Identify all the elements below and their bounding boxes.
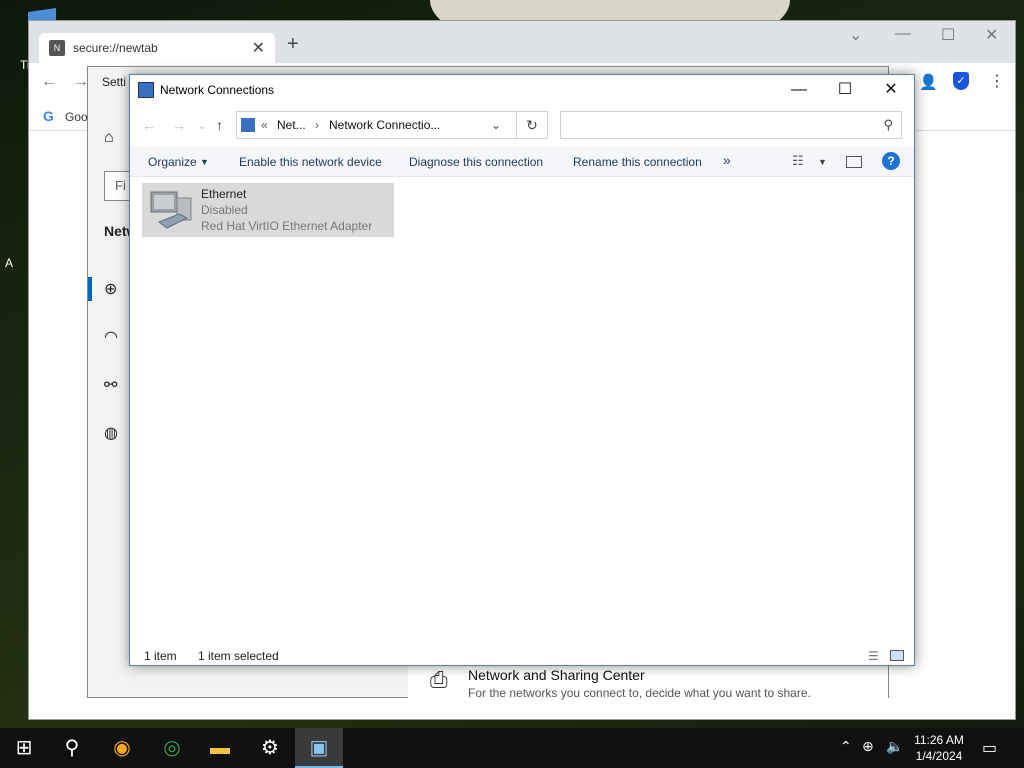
organize-button[interactable]: Organize xyxy=(148,155,197,169)
menu-kebab-icon[interactable]: ⋮ xyxy=(989,71,1005,91)
control-panel-icon xyxy=(241,118,255,132)
new-tab-button[interactable]: + xyxy=(287,33,299,56)
browser-tab[interactable]: N secure://newtab ✕ xyxy=(39,33,275,63)
list-item[interactable]: Ethernet Disabled Red Hat VirtIO Etherne… xyxy=(142,183,394,237)
home-icon[interactable]: ⌂ xyxy=(104,129,114,147)
connection-status: Disabled xyxy=(201,203,248,217)
close-button[interactable]: ✕ xyxy=(868,75,914,105)
address-dropdown-icon[interactable]: ⌄ xyxy=(491,118,501,132)
profile-icon[interactable]: 👤 xyxy=(919,73,938,91)
address-bar[interactable]: « Net... › Network Connectio... ⌄ xyxy=(236,111,542,139)
more-commands-button[interactable]: » xyxy=(723,152,731,168)
refresh-icon[interactable]: ↻ xyxy=(516,111,548,139)
search-icon[interactable]: ⚲ xyxy=(48,728,96,768)
change-view-icon[interactable]: ☷ xyxy=(792,153,804,169)
chrome-icon[interactable]: ◎ xyxy=(148,728,196,768)
sharing-center-icon: ⎙ xyxy=(430,667,448,692)
bookmark-label[interactable]: Goo xyxy=(65,110,88,124)
notification-icon[interactable]: ▭ xyxy=(982,738,997,758)
maximize-icon[interactable]: ☐ xyxy=(941,25,955,45)
address-separator[interactable]: › xyxy=(315,118,319,132)
enable-device-button[interactable]: Enable this network device xyxy=(239,155,382,169)
maximize-button[interactable]: ☐ xyxy=(822,75,868,105)
preview-pane-icon[interactable] xyxy=(846,156,862,168)
ethernet-icon[interactable]: ⚯ xyxy=(104,375,117,395)
large-icons-view-icon[interactable] xyxy=(890,650,904,661)
network-folder-icon xyxy=(138,82,154,98)
navigation-bar: ← → ⌄ ↑ « Net... › Network Connectio... … xyxy=(130,109,914,141)
settings-title: Setti xyxy=(102,75,127,89)
network-globe-icon[interactable]: ⊕ xyxy=(862,738,874,755)
search-icon: ⚲ xyxy=(883,117,893,132)
volume-muted-icon[interactable]: 🔈 xyxy=(886,738,903,755)
diagnose-button[interactable]: Diagnose this connection xyxy=(409,155,543,169)
help-icon[interactable]: ? xyxy=(882,152,900,170)
connection-name: Ethernet xyxy=(201,187,247,201)
file-explorer-icon[interactable]: ▬ xyxy=(196,728,244,768)
back-icon[interactable]: ← xyxy=(41,73,57,91)
view-dropdown-icon[interactable]: ▼ xyxy=(818,157,827,167)
clock-time: 11:26 AM xyxy=(914,733,964,747)
file-list: Ethernet Disabled Red Hat VirtIO Etherne… xyxy=(130,177,914,643)
address-overflow[interactable]: « xyxy=(261,118,268,132)
search-input[interactable]: ⚲ xyxy=(560,111,902,139)
status-bar: 1 item 1 item selected ☰ xyxy=(130,643,914,665)
network-connections-window: Network Connections — ☐ ✕ ← → ⌄ ↑ « Net.… xyxy=(129,74,915,666)
close-icon[interactable]: ✕ xyxy=(985,25,998,45)
google-icon: G xyxy=(43,108,54,124)
selection-count: 1 item selected xyxy=(198,649,279,663)
sharing-center-title[interactable]: Network and Sharing Center xyxy=(468,667,645,683)
minimize-button[interactable]: — xyxy=(776,75,822,105)
rename-button[interactable]: Rename this connection xyxy=(573,155,702,169)
close-tab-icon[interactable]: ✕ xyxy=(252,38,265,58)
network-adapter-icon xyxy=(150,191,192,229)
taskbar: ⊞ ⚲ ◉ ◎ ▬ ⚙ ▣ ⌃ ⊕ 🔈 11:26 AM 1/4/2024 ▭ xyxy=(0,728,1024,768)
sharing-center-description: For the networks you connect to, decide … xyxy=(468,686,811,700)
forward-icon[interactable]: → xyxy=(172,117,186,133)
wifi-icon[interactable]: ◠ xyxy=(104,327,118,347)
tab-favicon-icon: N xyxy=(49,40,65,56)
item-count: 1 item xyxy=(144,649,177,663)
network-connections-taskbar-icon[interactable]: ▣ xyxy=(295,728,343,768)
up-icon[interactable]: ↑ xyxy=(216,117,223,133)
clock[interactable]: 11:26 AM 1/4/2024 xyxy=(904,732,974,764)
back-icon[interactable]: ← xyxy=(142,117,156,133)
recent-locations-icon[interactable]: ⌄ xyxy=(198,121,206,132)
show-hidden-icons-icon[interactable]: ⌃ xyxy=(840,738,852,755)
shield-icon[interactable]: ✓ xyxy=(953,72,969,90)
tab-title: secure://newtab xyxy=(73,41,158,55)
desktop-label-fragment: A xyxy=(5,256,14,270)
nav-selection-indicator xyxy=(88,277,92,301)
address-segment[interactable]: Net... xyxy=(277,118,306,132)
clock-date: 1/4/2024 xyxy=(915,749,963,763)
tab-search-icon[interactable]: ⌄ xyxy=(849,25,862,45)
connection-adapter: Red Hat VirtIO Ethernet Adapter xyxy=(201,219,373,233)
details-view-icon[interactable]: ☰ xyxy=(868,649,879,663)
window-titlebar[interactable]: Network Connections — ☐ ✕ xyxy=(130,75,914,105)
status-globe-icon[interactable]: ⊕ xyxy=(104,279,117,299)
brave-browser-icon[interactable]: ◉ xyxy=(98,728,146,768)
command-bar: Organize ▼ Enable this network device Di… xyxy=(130,147,914,177)
organize-dropdown-icon[interactable]: ▼ xyxy=(200,157,209,167)
window-title: Network Connections xyxy=(160,83,275,97)
minimize-icon[interactable]: — xyxy=(895,25,911,43)
start-icon[interactable]: ⊞ xyxy=(0,728,48,768)
address-segment[interactable]: Network Connectio... xyxy=(329,118,440,132)
settings-gear-icon[interactable]: ⚙ xyxy=(246,728,294,768)
globe-icon[interactable]: ◍ xyxy=(104,423,118,443)
